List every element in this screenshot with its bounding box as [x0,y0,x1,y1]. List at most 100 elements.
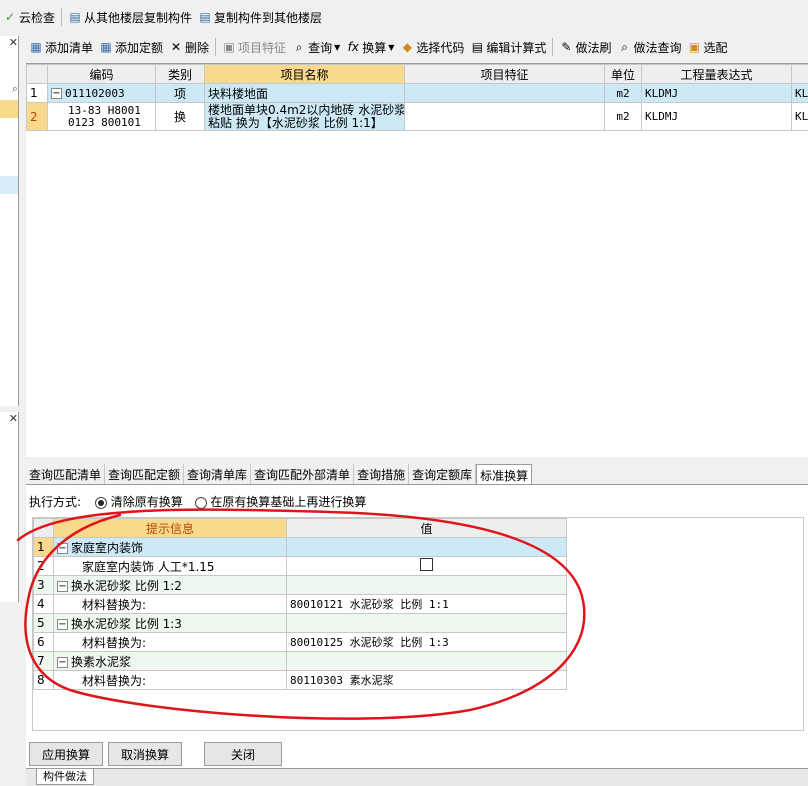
collapse-icon[interactable]: − [57,581,68,592]
formula-icon: fx [346,40,360,54]
left-panel-2: ✕ [0,412,19,602]
table-row[interactable]: 8 材料替换为: 80110303 素水泥浆 [34,671,567,690]
table-header: 提示信息 值 [34,519,567,538]
dropdown-icon: ▼ [334,43,340,52]
add-list-icon: ▦ [29,40,43,54]
table-row[interactable]: 3 −换水泥砂浆 比例 1:2 [34,576,567,595]
table-header: 编码 类别 项目名称 项目特征 单位 工程量表达式 [27,65,808,84]
expr-cell-extra[interactable]: KLD [792,84,808,103]
tab-quota-library[interactable]: 查询定额库 [409,464,476,484]
tab-match-list[interactable]: 查询匹配清单 [26,464,105,484]
column-header-hint[interactable]: 提示信息 [54,519,287,538]
list-table: 编码 类别 项目名称 项目特征 单位 工程量表达式 1 −011102003 项… [26,64,808,131]
column-header-type[interactable]: 类别 [156,65,205,84]
table-row[interactable]: 6 材料替换为: 80010125 水泥砂浆 比例 1:3 [34,633,567,652]
unit-cell[interactable]: m2 [605,103,642,131]
search-icon[interactable]: ⌕ [0,82,18,96]
row-number: 1 [27,84,48,103]
expr-cell-extra[interactable]: KLD [792,103,808,131]
close-button[interactable]: 关闭 [204,742,282,766]
collapse-icon[interactable]: − [57,543,68,554]
query-tabs: 查询匹配清单 查询匹配定额 查询清单库 查询匹配外部清单 查询措施 查询定额库 … [26,464,532,484]
query-button[interactable]: ⌕查询▼ [289,36,343,58]
table-row[interactable]: 4 材料替换为: 80010121 水泥砂浆 比例 1:1 [34,595,567,614]
bottom-tab-bar: 构件做法 [26,768,808,786]
delete-button[interactable]: ✕删除 [166,36,212,58]
tab-component-method[interactable]: 构件做法 [36,769,94,785]
unit-cell[interactable]: m2 [605,84,642,103]
collapse-icon[interactable]: − [57,619,68,630]
tab-measures[interactable]: 查询措施 [354,464,409,484]
add-list-button[interactable]: ▦添加清单 [26,36,96,58]
table-row[interactable]: 5 −换水泥砂浆 比例 1:3 [34,614,567,633]
select-code-icon: ◆ [400,40,414,54]
table-row[interactable]: 2 13-83 H8001 0123 800101 换 楼地面单块0.4m2以内… [27,103,808,131]
separator [552,38,553,56]
name-cell[interactable]: 楼地面单块0.4m2以内地砖 水泥砂浆 粘贴 换为【水泥砂浆 比例 1:1】 [205,103,405,131]
cancel-convert-button[interactable]: 取消换算 [108,742,182,766]
add-quota-icon: ▦ [99,40,113,54]
method-query-icon: ⌕ [617,40,631,54]
type-cell[interactable]: 项 [156,84,205,103]
table-row[interactable]: 1 −家庭室内装饰 [34,538,567,557]
tab-standard-convert[interactable]: 标准换算 [476,464,532,484]
expr-cell[interactable]: KLDMJ [642,103,792,131]
list-table-area: 编码 类别 项目名称 项目特征 单位 工程量表达式 1 −011102003 项… [26,63,808,457]
convert-button[interactable]: fx换算▼ [343,36,397,58]
method-brush-button[interactable]: ✎做法刷 [556,36,614,58]
type-cell[interactable]: 换 [156,103,205,131]
match-icon: ▣ [687,40,701,54]
checkbox[interactable] [420,558,433,571]
method-query-button[interactable]: ⌕做法查询 [614,36,684,58]
tab-match-external[interactable]: 查询匹配外部清单 [251,464,354,484]
cloud-check-button[interactable]: ✓ 云检查 [0,6,58,28]
hint-table: 提示信息 值 1 −家庭室内装饰 2 家庭室内装饰 人工*1.15 3 −换水泥… [33,518,567,690]
close-icon[interactable]: ✕ [0,412,18,426]
collapse-icon[interactable]: − [57,657,68,668]
hint-table-area: 提示信息 值 1 −家庭室内装饰 2 家庭室内装饰 人工*1.15 3 −换水泥… [32,517,804,731]
code-cell[interactable]: 13-83 H8001 0123 800101 [48,103,156,131]
select-code-button[interactable]: ◆选择代码 [397,36,467,58]
column-header-value[interactable]: 值 [287,519,567,538]
copy-icon: ▤ [68,10,82,24]
tab-list-library[interactable]: 查询清单库 [184,464,251,484]
left-panel-selected[interactable] [0,100,18,118]
expr-cell[interactable]: KLDMJ [642,84,792,103]
close-icon[interactable]: ✕ [0,36,18,50]
item-feature-button[interactable]: ▣项目特征 [219,36,289,58]
cloud-check-icon: ✓ [3,10,17,24]
table-row[interactable]: 1 −011102003 项 块料楼地面 m2 KLDMJ KLD [27,84,808,103]
edit-formula-icon: ▤ [470,40,484,54]
search-icon: ⌕ [292,40,306,54]
column-header-expr[interactable]: 工程量表达式 [642,65,792,84]
top-toolbar: ✓ 云检查 ▤ 从其他楼层复制构件 ▤ 复制构件到其他楼层 [0,6,325,28]
name-cell[interactable]: 块料楼地面 [205,84,405,103]
convert-panel: 执行方式: 清除原有换算 在原有换算基础上再进行换算 提示信息 值 1 −家庭室… [26,484,808,769]
column-header-unit[interactable]: 单位 [605,65,642,84]
tab-match-quota[interactable]: 查询匹配定额 [105,464,184,484]
copy-icon: ▤ [198,10,212,24]
edit-formula-button[interactable]: ▤编辑计算式 [467,36,549,58]
apply-convert-button[interactable]: 应用换算 [29,742,103,766]
row-number: 2 [27,103,48,131]
code-cell[interactable]: −011102003 [48,84,156,103]
feature-cell[interactable] [405,84,605,103]
brush-icon: ✎ [559,40,573,54]
table-row[interactable]: 7 −换素水泥浆 [34,652,567,671]
copy-from-floor-button[interactable]: ▤ 从其他楼层复制构件 [65,6,195,28]
add-quota-button[interactable]: ▦添加定额 [96,36,166,58]
radio-append-convert[interactable] [195,497,207,509]
column-header-name[interactable]: 项目名称 [205,65,405,84]
column-header-feature[interactable]: 项目特征 [405,65,605,84]
table-row[interactable]: 2 家庭室内装饰 人工*1.15 [34,557,567,576]
feature-icon: ▣ [222,40,236,54]
feature-cell[interactable] [405,103,605,131]
copy-to-floor-button[interactable]: ▤ 复制构件到其他楼层 [195,6,325,28]
match-button[interactable]: ▣选配 [684,36,730,58]
radio-clear-convert[interactable] [95,497,107,509]
column-header-code[interactable]: 编码 [48,65,156,84]
delete-icon: ✕ [169,40,183,54]
separator [61,8,62,26]
collapse-icon[interactable]: − [51,88,62,99]
left-panel-row[interactable] [0,176,18,194]
